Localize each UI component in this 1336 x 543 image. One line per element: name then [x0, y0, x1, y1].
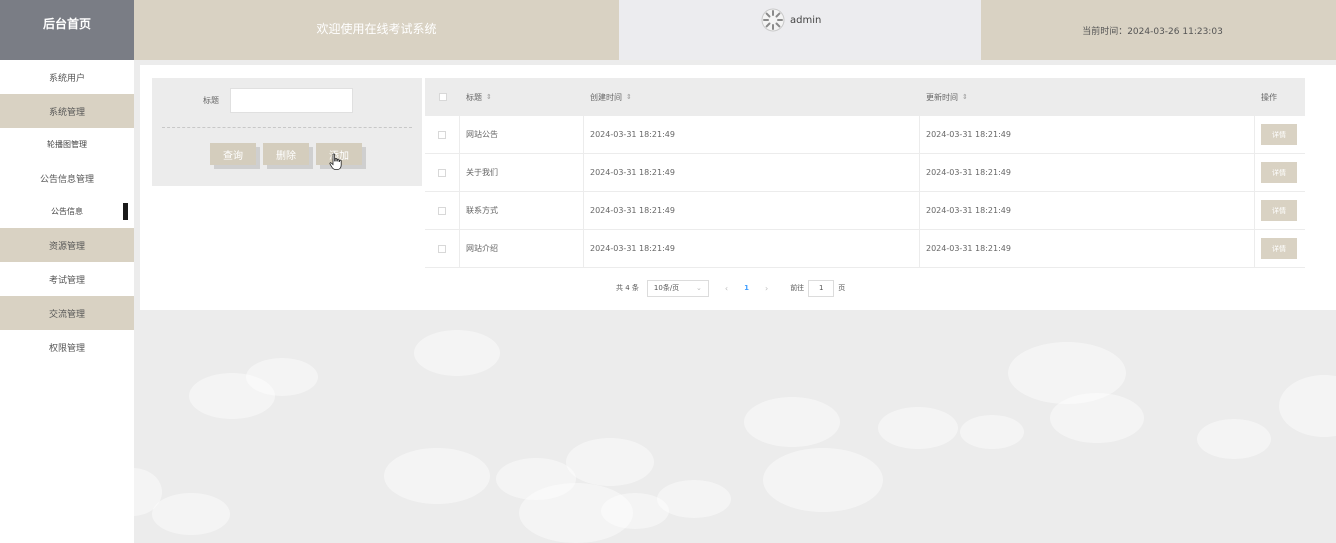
- row-checkbox[interactable]: [438, 130, 446, 139]
- cell-title: 联系方式: [460, 192, 584, 229]
- goto-page-input[interactable]: 1: [808, 279, 835, 297]
- detail-button[interactable]: 详情: [1261, 162, 1297, 183]
- current-time: 当前时间：2024-03-26 11:23:03: [981, 0, 1336, 60]
- total-count: 共 4 条: [616, 284, 639, 292]
- page-size-value: 10条/页: [653, 284, 680, 292]
- row-checkbox-cell: [425, 192, 460, 229]
- table-row: 联系方式 2024-03-31 18:21:49 2024-03-31 18:2…: [425, 192, 1305, 230]
- header-op: 操作: [1261, 92, 1277, 102]
- sidebar-item-notice-management[interactable]: 公告信息管理: [0, 161, 134, 195]
- table-row: 网站介绍 2024-03-31 18:21:49 2024-03-31 18:2…: [425, 230, 1305, 268]
- sort-icon[interactable]: ⇕: [962, 93, 968, 101]
- cell-op: 详情: [1255, 116, 1305, 153]
- title-search-input[interactable]: [230, 88, 353, 113]
- row-checkbox-cell: [425, 230, 460, 267]
- page-unit-label: 页: [838, 284, 846, 292]
- header-title[interactable]: 标题 ⇕: [460, 78, 584, 116]
- header-title-label: 标题: [466, 92, 482, 102]
- header-updated[interactable]: 更新时间 ⇕: [920, 78, 1255, 116]
- sort-icon[interactable]: ⇕: [626, 93, 632, 101]
- header-checkbox-cell: [425, 78, 460, 116]
- cell-created: 2024-03-31 18:21:49: [584, 116, 920, 153]
- select-all-checkbox[interactable]: [438, 93, 447, 101]
- table-row: 网站公告 2024-03-31 18:21:49 2024-03-31 18:2…: [425, 116, 1305, 154]
- sidebar: 系统用户 系统管理 轮播图管理 公告信息管理 公告信息 资源管理 考试管理 交流…: [0, 60, 134, 543]
- sidebar-item-exam-management[interactable]: 考试管理: [0, 262, 134, 296]
- goto-label: 前往: [790, 284, 805, 292]
- sidebar-item-forum-management[interactable]: 交流管理: [0, 296, 134, 330]
- cell-title: 网站公告: [460, 116, 584, 153]
- page-size-select[interactable]: 10条/页 ⌄: [646, 279, 709, 297]
- sidebar-item-system-management[interactable]: 系统管理: [0, 94, 134, 128]
- next-page-icon[interactable]: ›: [765, 284, 768, 293]
- row-checkbox[interactable]: [438, 206, 446, 215]
- row-checkbox[interactable]: [438, 244, 446, 253]
- top-header: 后台首页 欢迎使用在线考试系统 admin 当前时间：2024-03-26 11…: [0, 0, 1336, 60]
- notice-table: 标题 ⇕ 创建时间 ⇕ 更新时间 ⇕ 操作 网站公告 2024-03-31 18…: [425, 78, 1305, 268]
- welcome-banner: 欢迎使用在线考试系统: [134, 0, 619, 60]
- row-checkbox[interactable]: [438, 168, 446, 177]
- cell-title: 关于我们: [460, 154, 584, 191]
- cell-created: 2024-03-31 18:21:49: [584, 230, 920, 267]
- delete-button[interactable]: 删除: [263, 143, 309, 165]
- header-created-label: 创建时间: [590, 92, 622, 102]
- cell-op: 详情: [1255, 230, 1305, 267]
- header-updated-label: 更新时间: [926, 92, 958, 102]
- user-area: admin: [619, 0, 981, 60]
- table-header: 标题 ⇕ 创建时间 ⇕ 更新时间 ⇕ 操作: [425, 78, 1305, 116]
- query-button[interactable]: 查询: [210, 143, 256, 165]
- detail-button[interactable]: 详情: [1261, 124, 1297, 145]
- pagination: 共 4 条 10条/页 ⌄ ‹ 1 › 前往 1 页: [616, 279, 845, 297]
- search-form: 标题 查询 删除 添加: [152, 78, 422, 186]
- prev-page-icon[interactable]: ‹: [725, 284, 728, 293]
- detail-button[interactable]: 详情: [1261, 238, 1297, 259]
- sidebar-item-system-users[interactable]: 系统用户: [0, 60, 134, 94]
- hand-cursor-icon: [329, 153, 342, 170]
- avatar-icon[interactable]: [761, 8, 785, 32]
- cell-op: 详情: [1255, 154, 1305, 191]
- active-marker: [123, 203, 128, 220]
- brand-home-link[interactable]: 后台首页: [0, 0, 134, 60]
- header-created[interactable]: 创建时间 ⇕: [584, 78, 920, 116]
- sidebar-item-notice-info[interactable]: 公告信息: [0, 195, 134, 228]
- row-checkbox-cell: [425, 116, 460, 153]
- title-label: 标题: [203, 96, 219, 105]
- sidebar-item-carousel-management[interactable]: 轮播图管理: [0, 128, 134, 161]
- sort-icon[interactable]: ⇕: [486, 93, 492, 101]
- page-number-current[interactable]: 1: [744, 284, 749, 292]
- cell-created: 2024-03-31 18:21:49: [584, 154, 920, 191]
- cell-op: 详情: [1255, 192, 1305, 229]
- cell-updated: 2024-03-31 18:21:49: [920, 154, 1255, 191]
- row-checkbox-cell: [425, 154, 460, 191]
- table-row: 关于我们 2024-03-31 18:21:49 2024-03-31 18:2…: [425, 154, 1305, 192]
- sidebar-item-resource-management[interactable]: 资源管理: [0, 228, 134, 262]
- cell-updated: 2024-03-31 18:21:49: [920, 192, 1255, 229]
- detail-button[interactable]: 详情: [1261, 200, 1297, 221]
- cell-created: 2024-03-31 18:21:49: [584, 192, 920, 229]
- cell-title: 网站介绍: [460, 230, 584, 267]
- chevron-down-icon: ⌄: [696, 284, 702, 292]
- sidebar-item-permission-management[interactable]: 权限管理: [0, 330, 134, 364]
- cell-updated: 2024-03-31 18:21:49: [920, 116, 1255, 153]
- cell-updated: 2024-03-31 18:21:49: [920, 230, 1255, 267]
- username[interactable]: admin: [790, 15, 821, 26]
- sidebar-item-label: 公告信息: [51, 207, 83, 216]
- divider: [162, 127, 412, 128]
